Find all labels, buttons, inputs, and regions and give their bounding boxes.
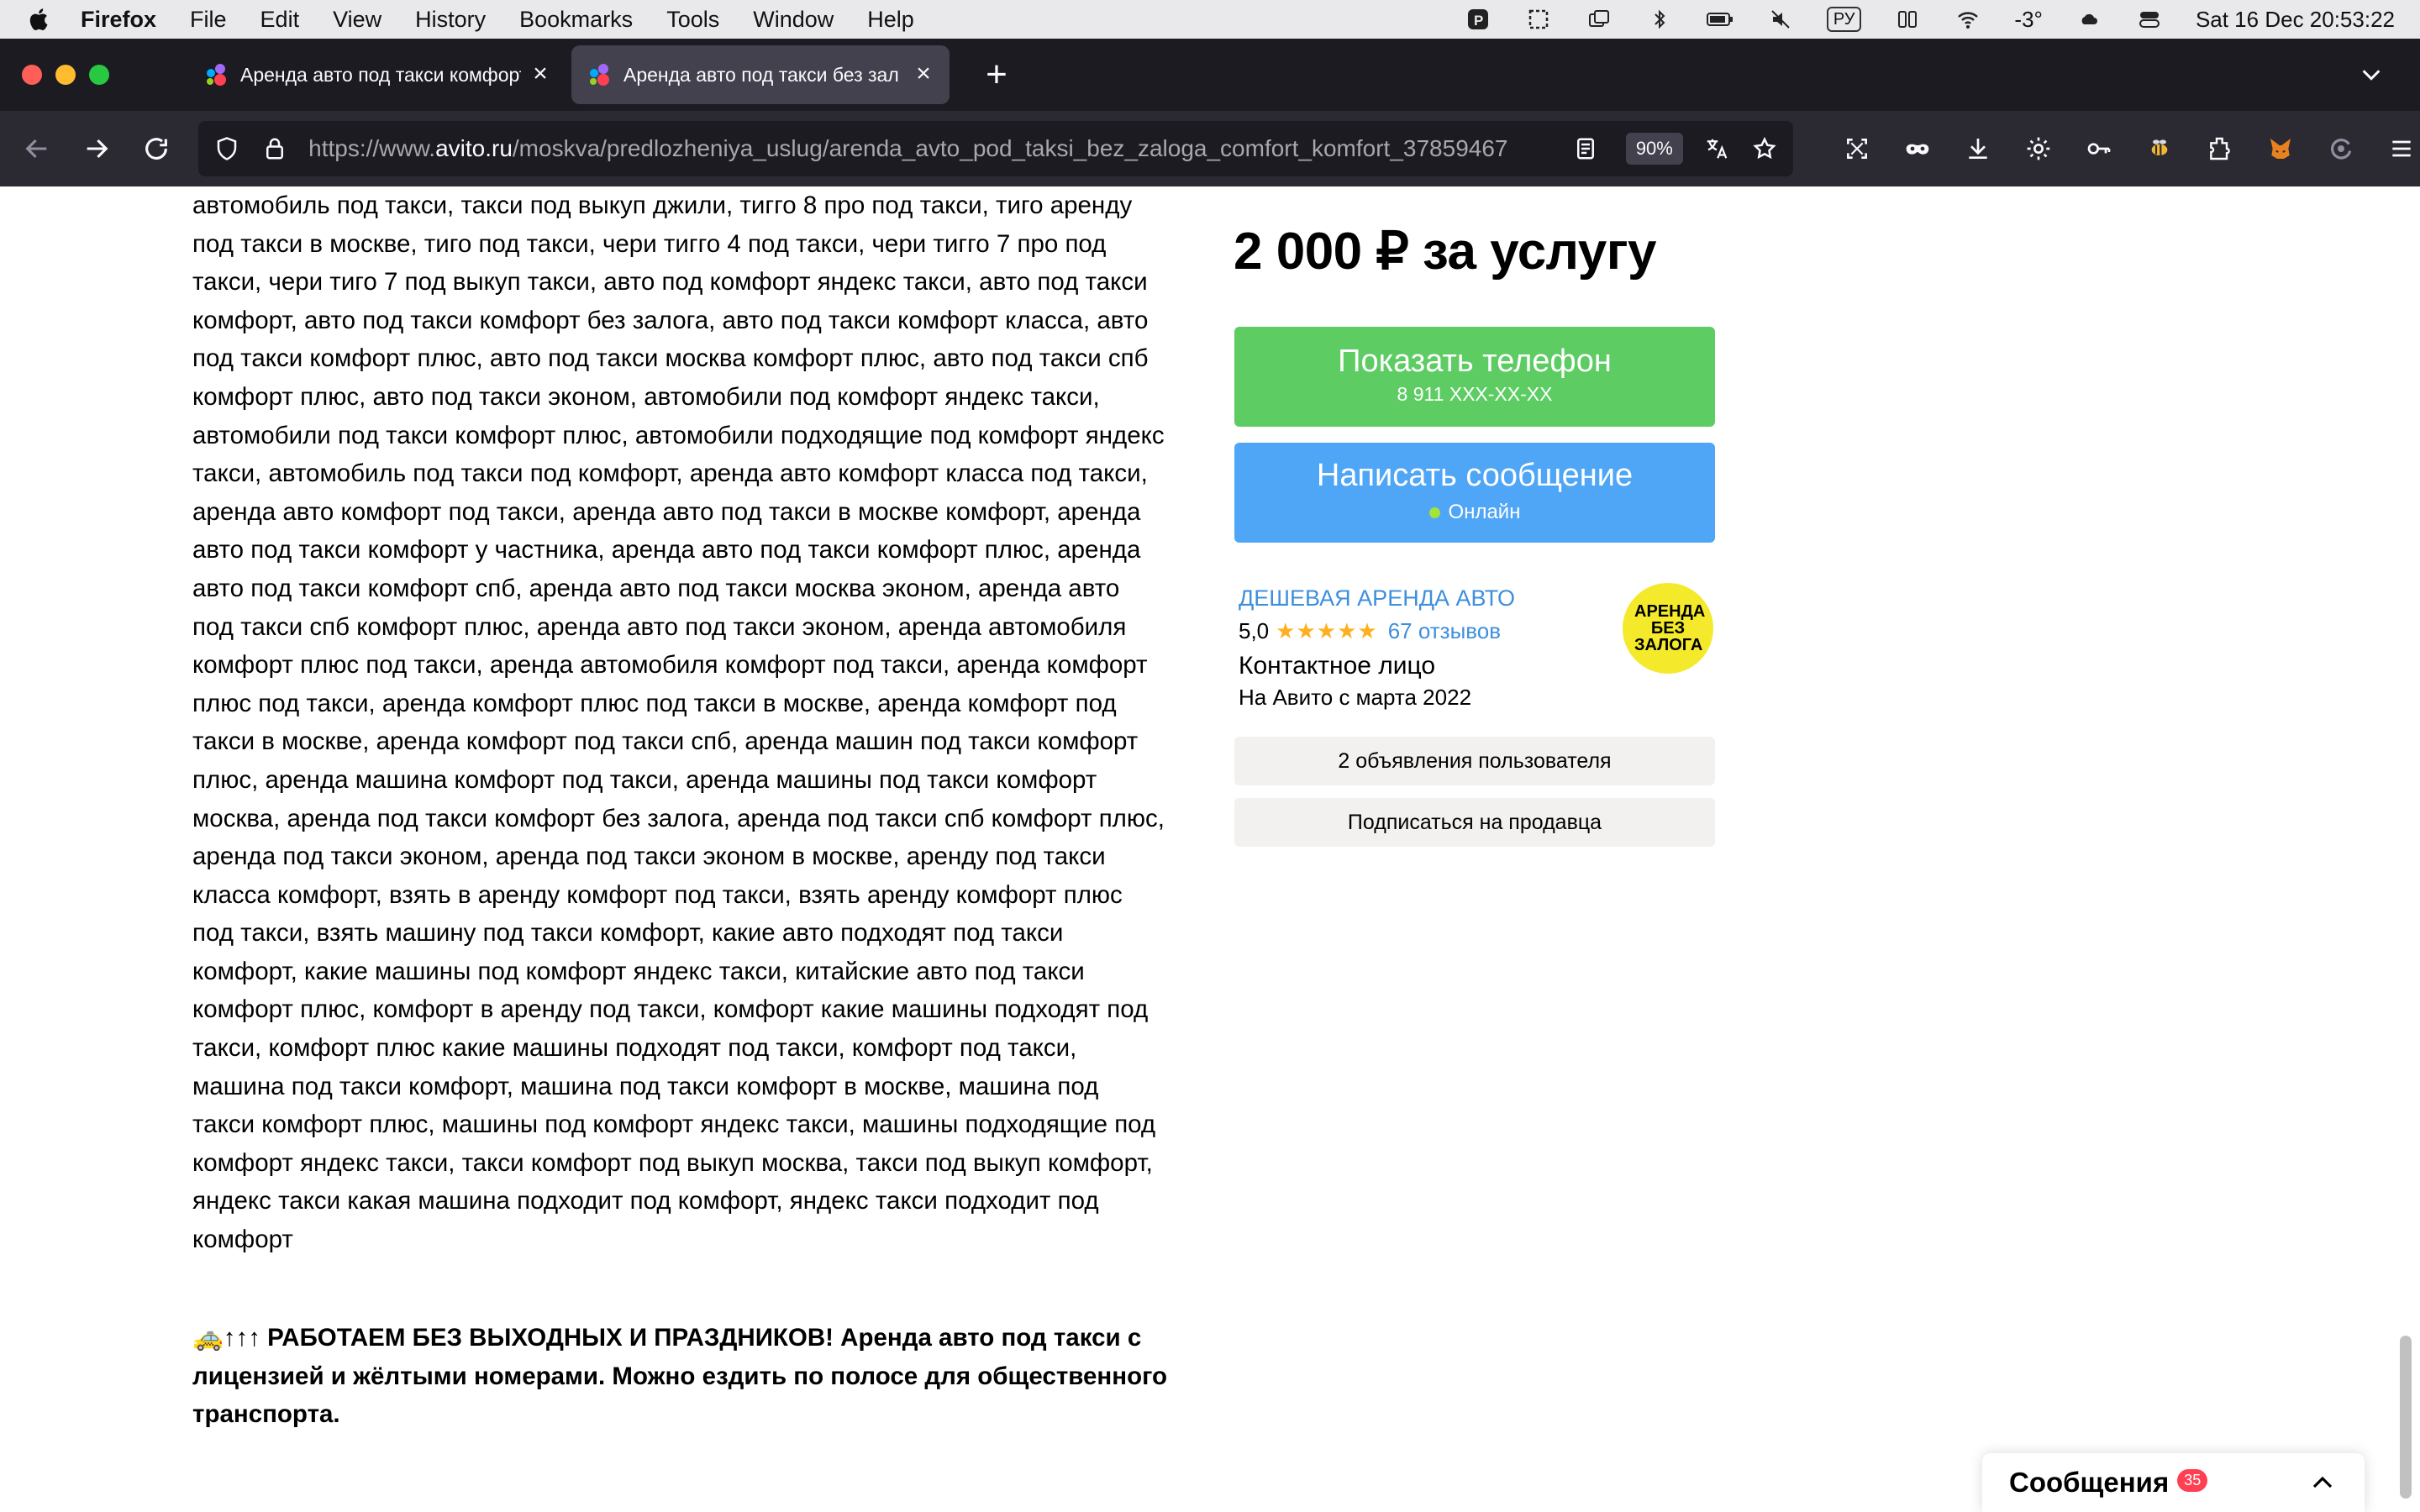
masked-phone-number: 8 911 XXX-XX-XX — [1397, 383, 1553, 405]
tab-list-chevron-icon[interactable] — [2356, 60, 2386, 90]
menubar-app-name[interactable]: Firefox — [81, 7, 156, 33]
online-status-label: Онлайн — [1448, 501, 1521, 523]
window-controls — [22, 65, 123, 85]
settings-gear-icon[interactable] — [2020, 130, 2057, 167]
window-switcher-icon[interactable] — [1585, 8, 1613, 31]
password-key-icon[interactable] — [2081, 130, 2118, 167]
maximize-window-button[interactable] — [89, 65, 109, 85]
seller-listings-button[interactable]: 2 объявления пользователя — [1234, 737, 1715, 785]
minimize-window-button[interactable] — [55, 65, 76, 85]
seller-contact-type: Контактное лицо — [1239, 652, 1436, 680]
weather-temperature[interactable]: -3° — [2014, 7, 2043, 33]
apple-icon[interactable] — [25, 5, 50, 34]
reload-icon[interactable] — [134, 125, 180, 172]
seller-since: На Авито с марта 2022 — [1239, 685, 1472, 710]
seller-name-link[interactable]: ДЕШЕВАЯ АРЕНДА АВТО — [1239, 585, 1515, 612]
tab-close-icon[interactable]: × — [913, 61, 934, 87]
downloads-icon[interactable] — [1960, 130, 1996, 167]
menu-help[interactable]: Help — [867, 7, 914, 33]
battery-icon[interactable] — [1706, 8, 1734, 31]
bee-extension-icon[interactable] — [2141, 130, 2178, 167]
browser-nav-toolbar: https://www.avito.ru/moskva/predlozheniy… — [0, 111, 2420, 186]
tab-title: Аренда авто под такси без зал — [623, 63, 899, 86]
input-language-indicator[interactable]: РУ — [1826, 7, 1862, 32]
show-phone-button[interactable]: Показать телефон 8 911 XXX-XX-XX — [1234, 327, 1715, 427]
menu-file[interactable]: File — [190, 7, 227, 33]
browser-tab-active[interactable]: Аренда авто под такси без зал × — [571, 45, 950, 104]
parking-app-icon[interactable]: P — [1464, 8, 1492, 31]
reader-view-icon[interactable] — [1570, 134, 1601, 164]
weather-icon[interactable] — [2075, 8, 2103, 31]
mute-icon[interactable] — [1766, 8, 1795, 31]
service-price: 2 000 ₽ за услугу — [1234, 223, 1657, 281]
page-scrollbar[interactable] — [2400, 1336, 2412, 1499]
messages-widget[interactable]: Сообщения 35 — [1982, 1453, 2365, 1512]
extensions-puzzle-icon[interactable] — [2202, 130, 2238, 167]
avito-favicon-icon — [590, 64, 609, 86]
url-domain: avito.ru — [435, 135, 513, 161]
write-message-button[interactable]: Написать сообщение Онлайн — [1234, 443, 1715, 543]
tab-close-icon[interactable]: × — [529, 61, 551, 87]
menu-window[interactable]: Window — [753, 7, 834, 33]
metamask-fox-icon[interactable] — [2262, 130, 2299, 167]
seller-avatar[interactable]: АРЕНДА БЕЗ ЗАЛОГА — [1623, 583, 1713, 674]
seller-avatar-text: АРЕНДА БЕЗ ЗАЛОГА — [1634, 602, 1706, 654]
online-dot-icon — [1428, 507, 1440, 518]
browser-tab[interactable]: Аренда авто под такси комфорт × — [188, 45, 566, 104]
close-window-button[interactable] — [22, 65, 42, 85]
forward-icon[interactable] — [73, 125, 119, 172]
menu-history[interactable]: History — [415, 7, 486, 33]
url-text[interactable]: https://www.avito.ru/moskva/predlozheniy… — [308, 135, 1554, 162]
tracking-shield-icon[interactable] — [212, 134, 242, 164]
rating-value: 5,0 — [1239, 618, 1270, 643]
toolbar-extensions — [1815, 130, 2420, 167]
reviews-link[interactable]: 67 отзывов — [1388, 618, 1501, 644]
wifi-icon[interactable] — [1954, 8, 1982, 31]
screenshot-tool-icon[interactable] — [1839, 130, 1876, 167]
show-phone-label: Показать телефон — [1338, 344, 1612, 379]
subscribe-seller-button[interactable]: Подписаться на продавца — [1234, 798, 1715, 847]
control-center-icon[interactable] — [2135, 8, 2164, 31]
app-menu-hamburger-icon[interactable] — [2383, 130, 2420, 167]
private-mask-icon[interactable] — [1899, 130, 1936, 167]
menu-edit[interactable]: Edit — [260, 7, 300, 33]
browser-tab-strip: Аренда авто под такси комфорт × Аренда а… — [0, 39, 2420, 111]
back-icon[interactable] — [13, 125, 60, 172]
menubar-clock[interactable]: Sat 16 Dec 20:53:22 — [2196, 7, 2395, 33]
rating-stars-icon: ★★★★★ — [1276, 618, 1378, 643]
macos-menubar: Firefox File Edit View History Bookmarks… — [0, 0, 2420, 39]
menu-view[interactable]: View — [333, 7, 381, 33]
bluetooth-icon[interactable] — [1645, 8, 1674, 31]
menu-bookmarks[interactable]: Bookmarks — [519, 7, 633, 33]
listing-highlight-note: 🚕↑↑↑ РАБОТАЕМ БЕЗ ВЫХОДНЫХ И ПРАЗДНИКОВ!… — [192, 1324, 1168, 1429]
menubar-status-area: P РУ -3° Sat 16 Dec 20:53:22 — [1432, 7, 2395, 33]
url-prefix: https://www. — [308, 135, 436, 161]
messages-label: Сообщения — [2009, 1467, 2170, 1498]
split-view-icon[interactable] — [1893, 8, 1922, 31]
write-message-label: Написать сообщение — [1316, 458, 1634, 493]
seller-rating: 5,0 ★★★★★ 67 отзывов — [1239, 618, 1501, 644]
translate-icon[interactable] — [1702, 134, 1732, 164]
page-viewport: автомобиль под такси, такси под выкуп дж… — [0, 186, 2420, 1512]
screenshot-icon[interactable] — [1524, 8, 1553, 31]
chevron-up-icon[interactable] — [2307, 1467, 2338, 1498]
svg-text:P: P — [1474, 13, 1483, 29]
listing-description: автомобиль под такси, такси под выкуп дж… — [192, 192, 1165, 1254]
lock-icon[interactable] — [260, 134, 291, 164]
avito-favicon-icon — [207, 64, 226, 86]
sync-extension-icon[interactable] — [2323, 130, 2360, 167]
online-status: Онлайн — [1234, 501, 1715, 524]
bookmark-star-icon[interactable] — [1749, 134, 1780, 164]
tab-title: Аренда авто под такси комфорт — [240, 63, 521, 86]
zoom-level-badge[interactable]: 90% — [1625, 133, 1683, 165]
url-path: /moskva/predlozheniya_uslug/arenda_avto_… — [512, 135, 1508, 161]
menu-tools[interactable]: Tools — [666, 7, 719, 33]
new-tab-icon[interactable]: + — [980, 54, 1013, 96]
messages-count-badge: 35 — [2177, 1468, 2208, 1492]
address-bar[interactable]: https://www.avito.ru/moskva/predlozheniy… — [197, 121, 1793, 176]
